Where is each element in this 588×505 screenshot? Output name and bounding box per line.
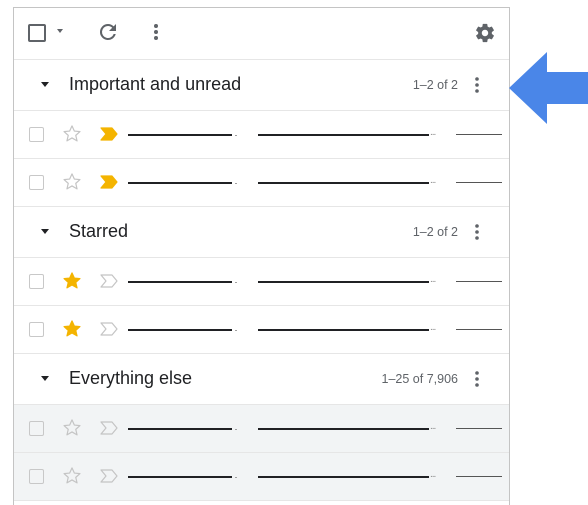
star-filled-icon[interactable] — [61, 270, 83, 292]
inbox-section: Everything else 1–25 of 7,906 ... ... — [14, 354, 509, 501]
section-title: Important and unread — [69, 74, 242, 94]
important-marker-outline-icon[interactable] — [98, 320, 120, 338]
section-count: 1–2 of 2 — [412, 78, 458, 92]
select-all-checkbox[interactable] — [28, 24, 46, 42]
email-row[interactable]: ... — [14, 306, 509, 354]
subject-placeholder — [258, 428, 429, 430]
select-dropdown-icon[interactable] — [57, 29, 63, 33]
section-header[interactable]: Important and unread 1–2 of 2 — [14, 60, 509, 111]
sender-separator — [235, 135, 237, 136]
important-marker-filled-icon[interactable] — [98, 173, 120, 191]
section-more-vert-icon[interactable] — [472, 367, 482, 391]
date-placeholder — [456, 329, 502, 330]
star-outline-icon[interactable] — [61, 465, 83, 487]
row-checkbox[interactable] — [29, 469, 44, 484]
important-marker-outline-icon[interactable] — [98, 467, 120, 485]
subject-placeholder — [258, 281, 429, 283]
important-marker-outline-icon[interactable] — [98, 272, 120, 290]
date-placeholder — [456, 428, 502, 429]
snippet-ellipsis: ... — [430, 469, 436, 480]
email-row[interactable]: ... — [14, 453, 509, 501]
section-rows: ... ... — [14, 405, 509, 501]
collapse-triangle-icon[interactable] — [41, 229, 49, 234]
subject-placeholder — [258, 182, 429, 184]
toolbar — [14, 8, 509, 60]
collapse-triangle-icon[interactable] — [41, 82, 49, 87]
section-rows: ... ... — [14, 258, 509, 354]
section-rows: ... ... — [14, 111, 509, 207]
refresh-icon[interactable] — [96, 20, 120, 44]
collapse-triangle-icon[interactable] — [41, 376, 49, 381]
snippet-ellipsis: ... — [430, 175, 436, 186]
snippet-ellipsis: ... — [430, 127, 436, 138]
section-header[interactable]: Everything else 1–25 of 7,906 — [14, 354, 509, 405]
arrow-left-icon — [509, 52, 588, 124]
inbox-section: Important and unread 1–2 of 2 ... ... — [14, 60, 509, 207]
subject-placeholder — [258, 329, 429, 331]
row-checkbox[interactable] — [29, 421, 44, 436]
section-title: Starred — [69, 221, 129, 241]
section-title: Everything else — [69, 368, 193, 388]
section-more-vert-icon[interactable] — [472, 220, 482, 244]
inbox-panel: Important and unread 1–2 of 2 ... ... St… — [13, 7, 510, 505]
date-placeholder — [456, 134, 502, 135]
section-more-vert-icon[interactable] — [472, 73, 482, 97]
sender-placeholder — [128, 329, 232, 331]
row-checkbox[interactable] — [29, 175, 44, 190]
inbox-sections: Important and unread 1–2 of 2 ... ... St… — [14, 60, 509, 501]
star-outline-icon[interactable] — [61, 417, 83, 439]
email-row[interactable]: ... — [14, 111, 509, 159]
snippet-ellipsis: ... — [430, 274, 436, 285]
snippet-ellipsis: ... — [430, 322, 436, 333]
important-marker-outline-icon[interactable] — [98, 419, 120, 437]
date-placeholder — [456, 281, 502, 282]
row-checkbox[interactable] — [29, 322, 44, 337]
inbox-section: Starred 1–2 of 2 ... ... — [14, 207, 509, 354]
sender-placeholder — [128, 281, 232, 283]
snippet-ellipsis: ... — [430, 421, 436, 432]
row-checkbox[interactable] — [29, 127, 44, 142]
sender-placeholder — [128, 476, 232, 478]
sender-placeholder — [128, 134, 232, 136]
star-outline-icon[interactable] — [61, 123, 83, 145]
important-marker-filled-icon[interactable] — [98, 125, 120, 143]
sender-separator — [235, 330, 237, 331]
section-header[interactable]: Starred 1–2 of 2 — [14, 207, 509, 258]
sender-separator — [235, 429, 237, 430]
sender-separator — [235, 477, 237, 478]
more-vert-icon[interactable] — [150, 20, 162, 44]
section-count: 1–25 of 7,906 — [381, 372, 458, 386]
sender-separator — [235, 183, 237, 184]
date-placeholder — [456, 476, 502, 477]
section-count: 1–2 of 2 — [412, 225, 458, 239]
sender-separator — [235, 282, 237, 283]
settings-gear-icon[interactable] — [474, 22, 496, 44]
subject-placeholder — [258, 476, 429, 478]
sender-placeholder — [128, 428, 232, 430]
date-placeholder — [456, 182, 502, 183]
email-row[interactable]: ... — [14, 258, 509, 306]
star-outline-icon[interactable] — [61, 171, 83, 193]
email-row[interactable]: ... — [14, 405, 509, 453]
subject-placeholder — [258, 134, 429, 136]
email-row[interactable]: ... — [14, 159, 509, 207]
sender-placeholder — [128, 182, 232, 184]
row-checkbox[interactable] — [29, 274, 44, 289]
star-filled-icon[interactable] — [61, 318, 83, 340]
